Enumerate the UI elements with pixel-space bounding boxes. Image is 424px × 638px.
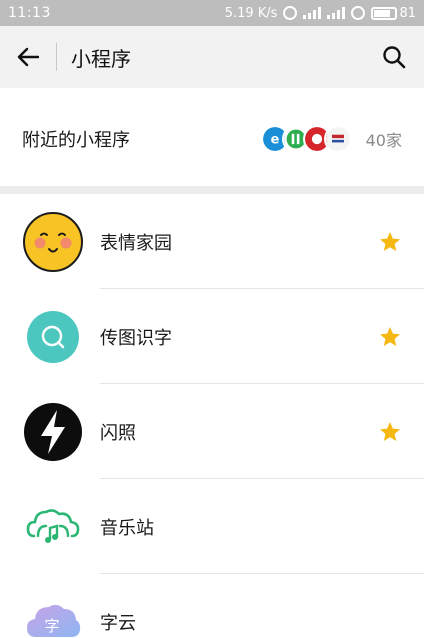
data-saver-icon [351, 6, 366, 20]
item-label: 字云 [100, 612, 136, 634]
alarm-icon [283, 6, 298, 20]
section-gap [0, 186, 424, 194]
cloud-note-icon [26, 508, 80, 543]
item-label: 音乐站 [100, 517, 154, 539]
list-item[interactable]: 音乐站 [0, 479, 424, 574]
svg-text:e: e [270, 132, 279, 147]
search-button[interactable] [376, 39, 412, 75]
list-item[interactable]: 闪照 [0, 384, 424, 479]
nearby-mini-programs[interactable]: 附近的小程序 e 40家 [0, 92, 424, 186]
nearby-right: e 40家 [260, 125, 402, 153]
signal-icon [303, 7, 322, 19]
header: 小程序 [0, 26, 424, 88]
mini-program-list: 表情家园 传图识字 闪照 音乐站 字 字云 [0, 194, 424, 638]
star-icon[interactable] [378, 230, 402, 254]
list-item[interactable]: 字 字云 [0, 574, 424, 638]
lightning-icon [24, 402, 82, 461]
back-arrow-icon [17, 47, 39, 67]
magnifier-circle-icon [27, 310, 79, 363]
nearby-logo-white-icon [323, 125, 352, 153]
list-item[interactable]: 表情家园 [0, 194, 424, 289]
back-button[interactable] [0, 26, 56, 88]
status-bar: 11:13 5.19 K/s 81 [0, 0, 424, 26]
wifi-signal-icon [327, 7, 346, 19]
search-icon [383, 46, 406, 69]
star-icon[interactable] [378, 325, 402, 349]
star-icon[interactable] [378, 420, 402, 444]
list-item[interactable]: 传图识字 [0, 289, 424, 384]
smiley-face-icon [23, 211, 83, 272]
network-speed: 5.19 K/s [224, 5, 278, 21]
status-icons: 5.19 K/s 81 [225, 6, 416, 21]
item-label: 闪照 [100, 422, 136, 444]
cloud-text-icon: 字 [27, 604, 81, 637]
status-time: 11:13 [8, 5, 51, 21]
item-label: 传图识字 [100, 327, 172, 349]
nearby-count: 40家 [365, 131, 402, 150]
svg-text:字: 字 [44, 617, 59, 635]
nearby-label: 附近的小程序 [22, 130, 130, 151]
battery-icon: 81 [371, 6, 416, 21]
battery-level: 81 [399, 5, 416, 21]
header-divider [56, 43, 57, 71]
nearby-logos: e [260, 125, 352, 153]
page-title: 小程序 [71, 46, 131, 71]
item-label: 表情家园 [100, 232, 172, 254]
